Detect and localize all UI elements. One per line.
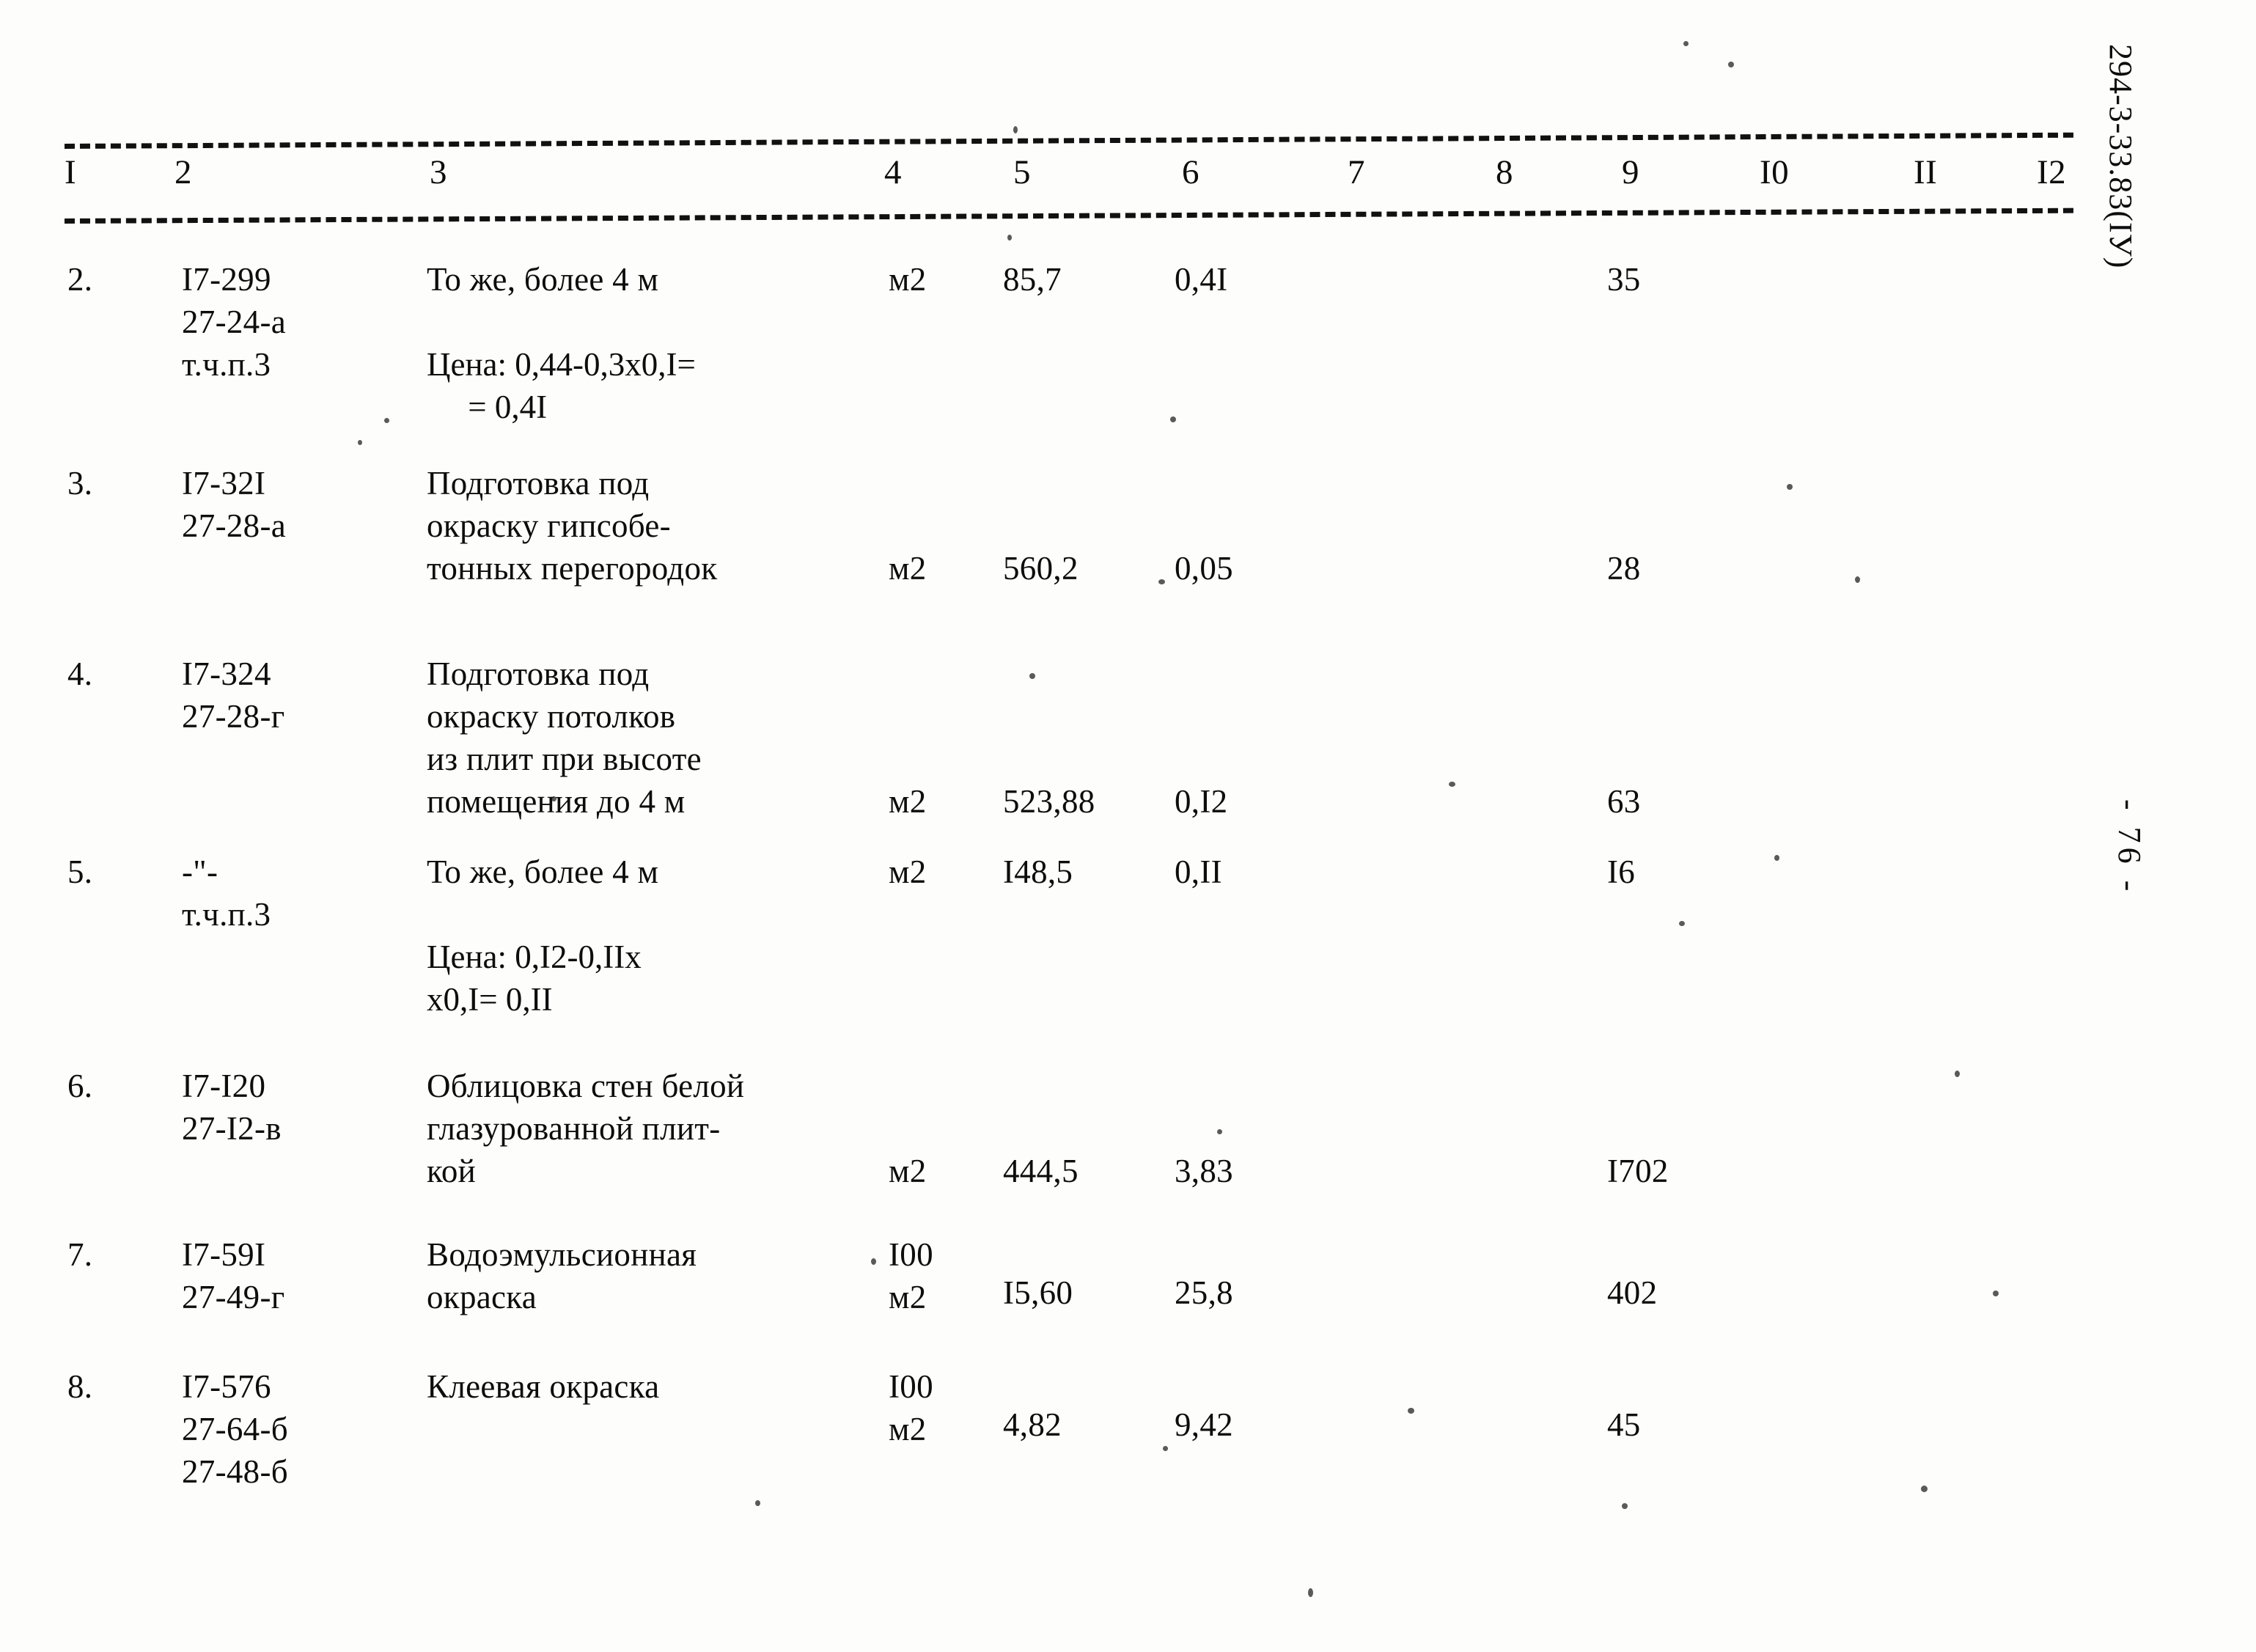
row-quantity: 560,2 bbox=[1003, 550, 1079, 587]
row-unit: I00 м2 bbox=[889, 1368, 933, 1447]
table-header-rule-top bbox=[64, 132, 2073, 149]
row-code: I7-32I 27-28-а bbox=[182, 465, 287, 544]
scan-speck bbox=[1683, 41, 1689, 46]
scan-speck bbox=[1449, 782, 1455, 787]
row-code: I7-576 27-64-б 27-48-б bbox=[182, 1368, 288, 1490]
row-unit-price: 0,4I bbox=[1175, 261, 1228, 298]
row-price-note: Цена: 0,I2-0,IIх х0,I= 0,II bbox=[427, 939, 642, 1018]
column-header-11: II bbox=[1914, 153, 1938, 191]
column-header-2: 2 bbox=[174, 153, 192, 191]
row-unit: I00 м2 bbox=[889, 1236, 933, 1315]
row-description: Подготовка под окраску гипсобе- тонных п… bbox=[427, 465, 718, 587]
scan-speck bbox=[551, 796, 556, 801]
scan-speck bbox=[1163, 1446, 1168, 1451]
row-total: 45 bbox=[1607, 1406, 1641, 1443]
row-code: I7-59I 27-49-г bbox=[182, 1236, 285, 1315]
column-header-3: 3 bbox=[430, 153, 447, 191]
scan-speck bbox=[358, 440, 362, 445]
scan-speck bbox=[1007, 235, 1012, 241]
scan-speck bbox=[1955, 1071, 1960, 1077]
row-quantity: 444,5 bbox=[1003, 1153, 1079, 1189]
scan-speck bbox=[755, 1500, 760, 1506]
row-number: 4. bbox=[67, 656, 93, 692]
scanned-document-page: I 2 3 4 5 6 7 8 9 I0 II I2 2. I7-299 27-… bbox=[0, 0, 2256, 1652]
scan-speck bbox=[1217, 1129, 1222, 1134]
document-margin-code: 294-3-33.83(IУ) bbox=[2103, 44, 2139, 269]
row-total: I6 bbox=[1607, 853, 1636, 890]
scan-speck bbox=[1993, 1291, 1999, 1296]
scan-speck bbox=[1855, 576, 1860, 583]
row-number: 6. bbox=[67, 1068, 93, 1104]
column-header-9: 9 bbox=[1622, 153, 1639, 191]
estimate-table: I 2 3 4 5 6 7 8 9 I0 II I2 2. I7-299 27-… bbox=[0, 0, 2075, 1652]
row-price-note: Цена: 0,44-0,3х0,I= = 0,4I bbox=[427, 346, 696, 425]
table-column-header-row: I 2 3 4 5 6 7 8 9 I0 II I2 bbox=[0, 155, 2075, 210]
page-number-marker: - 76 - bbox=[2112, 799, 2147, 896]
row-quantity: I48,5 bbox=[1003, 853, 1073, 890]
row-description: Облицовка стен белой глазурованной плит-… bbox=[427, 1068, 745, 1189]
row-unit-price: 0,I2 bbox=[1175, 783, 1228, 820]
row-unit: м2 bbox=[889, 853, 927, 890]
row-number: 8. bbox=[67, 1368, 93, 1405]
row-number: 7. bbox=[67, 1236, 93, 1273]
column-header-5: 5 bbox=[1013, 153, 1031, 191]
scan-speck bbox=[1787, 484, 1793, 490]
table-header-rule-bottom bbox=[64, 208, 2073, 224]
row-number: 3. bbox=[67, 465, 93, 502]
row-unit: м2 bbox=[889, 550, 927, 587]
row-total: 28 bbox=[1607, 550, 1641, 587]
column-header-12: I2 bbox=[2037, 153, 2067, 191]
column-header-7: 7 bbox=[1348, 153, 1365, 191]
row-number: 2. bbox=[67, 261, 93, 298]
column-header-6: 6 bbox=[1182, 153, 1199, 191]
row-unit-price: 9,42 bbox=[1175, 1406, 1233, 1443]
row-unit-price: 3,83 bbox=[1175, 1153, 1233, 1189]
scan-speck bbox=[1921, 1486, 1928, 1492]
column-header-10: I0 bbox=[1760, 153, 1790, 191]
row-code: I7-324 27-28-г bbox=[182, 656, 285, 735]
row-unit-price: 0,05 bbox=[1175, 550, 1233, 587]
row-unit: м2 bbox=[889, 783, 927, 820]
row-quantity: 85,7 bbox=[1003, 261, 1062, 298]
column-header-4: 4 bbox=[884, 153, 902, 191]
row-description: То же, более 4 м bbox=[427, 853, 659, 890]
scan-speck bbox=[1013, 126, 1018, 133]
row-quantity: 4,82 bbox=[1003, 1406, 1062, 1443]
row-unit: м2 bbox=[889, 261, 927, 298]
row-number: 5. bbox=[67, 853, 93, 890]
scan-speck bbox=[1679, 921, 1685, 926]
scan-speck bbox=[384, 418, 389, 423]
scan-speck bbox=[1408, 1408, 1414, 1414]
row-total: 35 bbox=[1607, 261, 1641, 298]
row-description: Клеевая окраска bbox=[427, 1368, 660, 1405]
row-code: I7-I20 27-I2-в bbox=[182, 1068, 282, 1147]
row-unit: м2 bbox=[889, 1153, 927, 1189]
row-unit-price: 25,8 bbox=[1175, 1274, 1233, 1311]
column-header-1: I bbox=[65, 153, 77, 191]
row-quantity: I5,60 bbox=[1003, 1274, 1073, 1311]
row-code: -"- т.ч.п.3 bbox=[182, 853, 271, 933]
row-total: 402 bbox=[1607, 1274, 1658, 1311]
row-quantity: 523,88 bbox=[1003, 783, 1095, 820]
scan-speck bbox=[871, 1258, 876, 1265]
row-total: I702 bbox=[1607, 1153, 1669, 1189]
scan-speck bbox=[1308, 1588, 1313, 1597]
scan-speck bbox=[1029, 673, 1035, 679]
scan-speck bbox=[1728, 62, 1734, 67]
scan-speck bbox=[1158, 579, 1165, 584]
row-total: 63 bbox=[1607, 783, 1641, 820]
scan-speck bbox=[1622, 1503, 1628, 1509]
row-unit-price: 0,II bbox=[1175, 853, 1222, 890]
column-header-8: 8 bbox=[1496, 153, 1513, 191]
scan-speck bbox=[1774, 855, 1779, 861]
scan-speck bbox=[1170, 416, 1176, 422]
row-description: Водоэмульсионная окраска bbox=[427, 1236, 697, 1315]
row-description: То же, более 4 м bbox=[427, 261, 659, 298]
row-code: I7-299 27-24-а т.ч.п.3 bbox=[182, 261, 287, 383]
row-description: Подготовка под окраску потолков из плит … bbox=[427, 656, 702, 820]
